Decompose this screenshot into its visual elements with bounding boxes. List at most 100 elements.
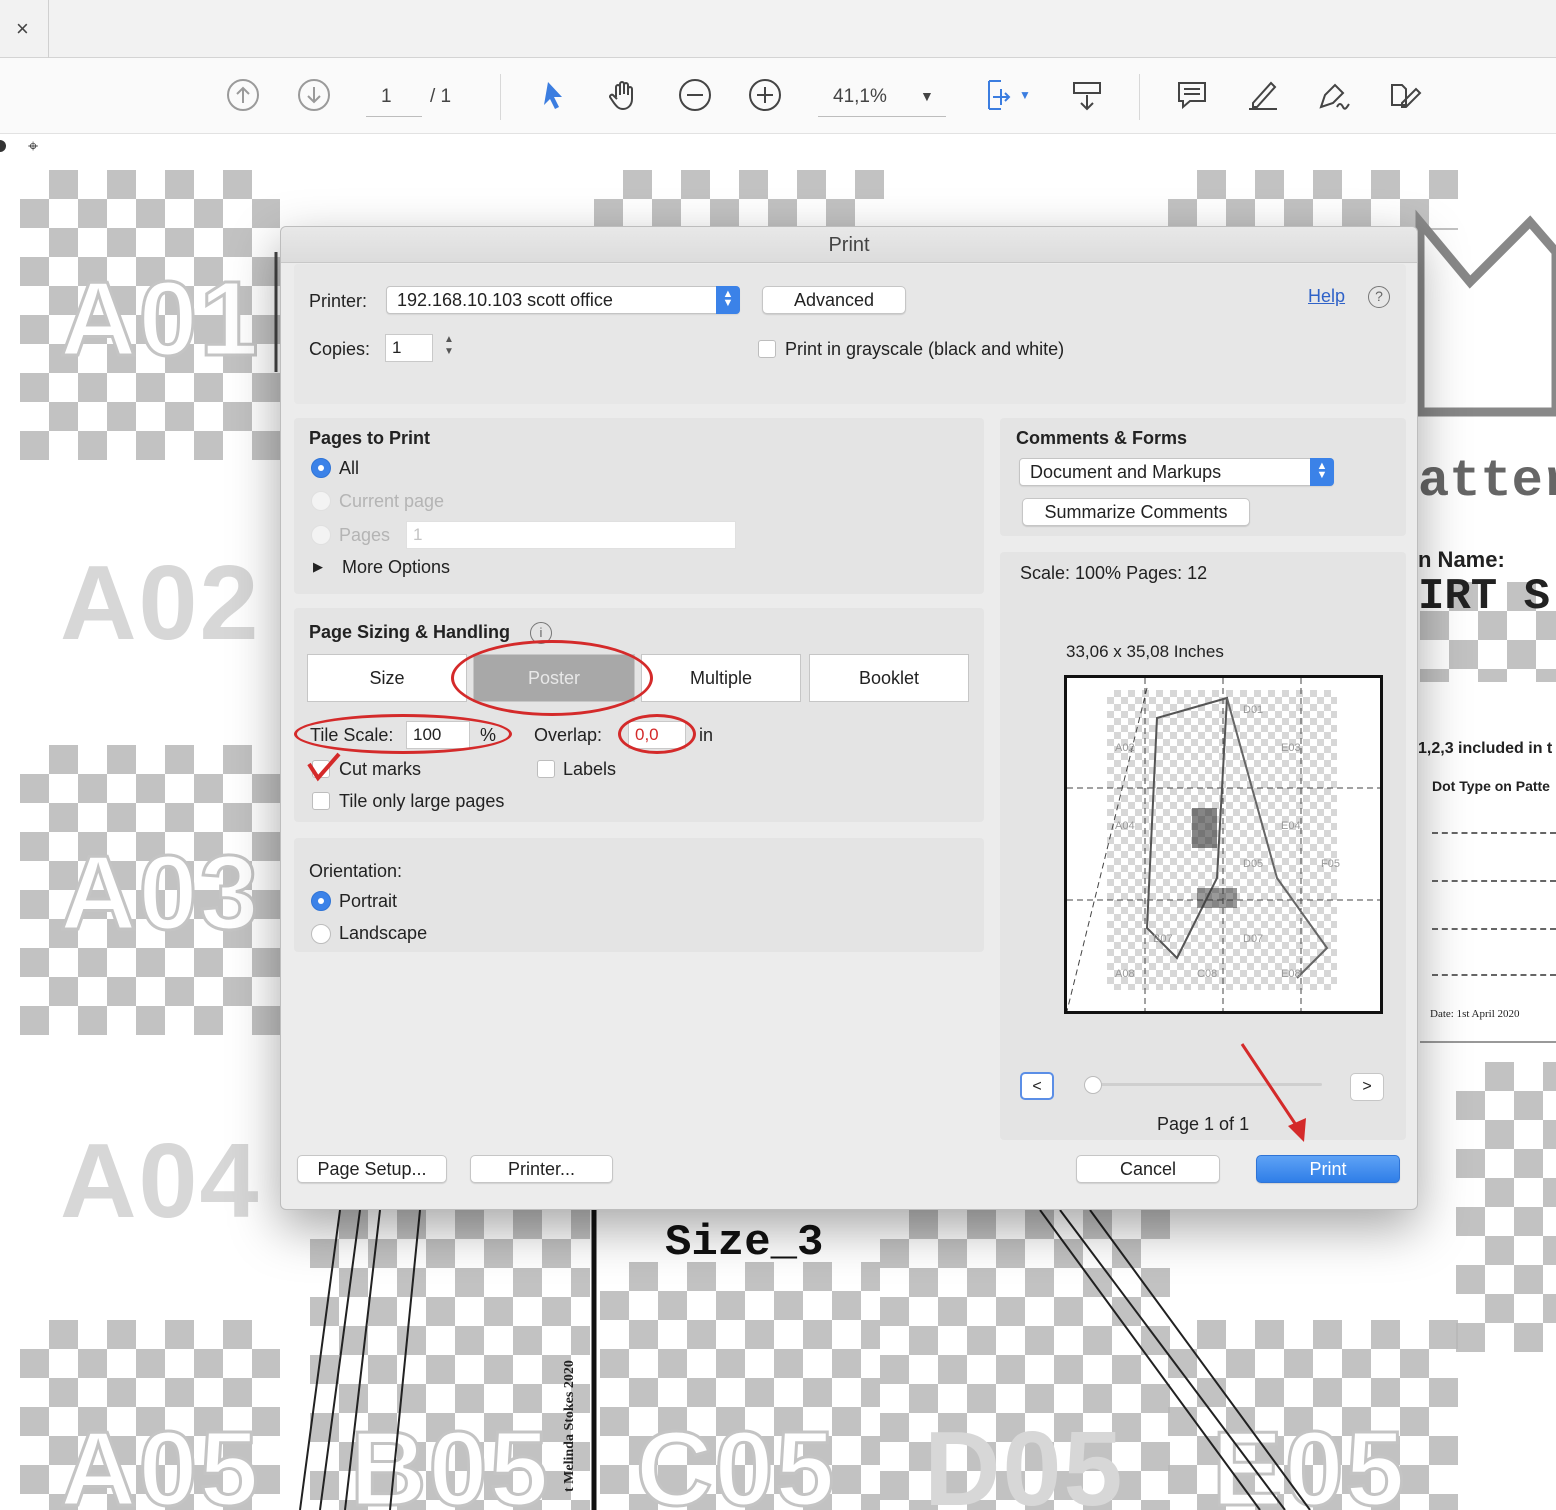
preview-tile-label: C08	[1197, 968, 1218, 980]
zoom-in-icon[interactable]	[742, 72, 788, 118]
comment-icon[interactable]	[1169, 72, 1215, 118]
preview-tile-label: B07	[1153, 933, 1173, 945]
send-icon[interactable]	[1381, 72, 1427, 118]
orientation-heading: Orientation:	[309, 861, 403, 881]
printer-panel	[294, 264, 1406, 404]
grayscale-label: Print in grayscale (black and white)	[785, 339, 1065, 359]
page-sizing-heading: Page Sizing & Handling	[309, 622, 511, 642]
landscape-label: Landscape	[339, 923, 428, 943]
overlap-unit: in	[699, 725, 714, 745]
preview-tile-label: D07	[1243, 933, 1264, 945]
zoom-underline	[818, 116, 946, 117]
dotted-line	[1432, 928, 1556, 930]
scroll-mode-icon[interactable]	[1064, 72, 1110, 118]
preview-tile-label: E04	[1281, 820, 1301, 832]
copies-input[interactable]: 1	[385, 334, 433, 362]
comments-forms-heading: Comments & Forms	[1016, 428, 1188, 448]
portrait-radio[interactable]	[311, 891, 331, 911]
side-included-text: 1,2,3 included in t	[1418, 740, 1553, 757]
zoom-dropdown-icon[interactable]: ▼	[920, 88, 934, 104]
preview-tile-label: F05	[1321, 858, 1340, 870]
print-button[interactable]: Print	[1256, 1155, 1400, 1183]
tab-size[interactable]: Size	[307, 654, 467, 702]
cut-marks-label: Cut marks	[339, 759, 422, 779]
highlight-icon[interactable]	[1240, 72, 1286, 118]
dotted-line	[1432, 974, 1556, 976]
tile-scale-annotation-circle	[294, 714, 512, 754]
pages-label: Pages	[339, 525, 391, 545]
side-big-text: IRT S	[1418, 572, 1551, 622]
sign-icon[interactable]	[1310, 72, 1356, 118]
zoom-level[interactable]: 41,1%	[833, 86, 887, 108]
hand-icon[interactable]	[601, 72, 647, 118]
side-tools: ⌖	[0, 134, 60, 162]
overlap-label: Overlap:	[534, 725, 603, 745]
preview-tile-label: A02	[1115, 742, 1135, 754]
page-number-input[interactable]: 1	[381, 86, 392, 108]
fit-dropdown-icon[interactable]: ▼	[1019, 88, 1031, 102]
vertical-credit: t Melinda Stokes 2020	[562, 1360, 577, 1492]
disclosure-triangle-icon[interactable]: ▶	[313, 559, 323, 575]
check-annotation-icon	[307, 752, 341, 782]
tab-booklet[interactable]: Booklet	[809, 654, 969, 702]
print-preview: A02 D01 E03 A04 E04 D05 F05 B07 D07 A08 …	[1064, 675, 1383, 1014]
labels-label: Labels	[563, 759, 617, 779]
grayscale-checkbox[interactable]	[758, 340, 776, 358]
more-options-label[interactable]: More Options	[342, 557, 450, 578]
size-label: Size_3	[665, 1218, 824, 1268]
zoom-out-icon[interactable]	[672, 72, 718, 118]
close-tab-icon[interactable]: ×	[16, 16, 29, 42]
all-pages-label: All	[339, 458, 360, 478]
help-link[interactable]: Help	[1308, 286, 1345, 307]
preview-tile-label: A08	[1115, 968, 1135, 980]
dotted-line	[1432, 832, 1556, 834]
all-pages-radio[interactable]	[311, 458, 331, 478]
pages-range-input[interactable]: 1	[406, 521, 736, 549]
copies-stepper[interactable]: ▲ ▼	[444, 334, 454, 358]
preview-tile-label: D01	[1243, 704, 1264, 716]
preview-prev-button[interactable]: <	[1020, 1072, 1054, 1100]
preview-tile-label: E08	[1281, 968, 1301, 980]
toolbar-divider	[500, 74, 501, 120]
fit-page-icon[interactable]	[976, 72, 1022, 118]
preview-slider-thumb[interactable]	[1084, 1076, 1102, 1094]
preview-tile-label: D05	[1243, 858, 1264, 870]
tab-multiple[interactable]: Multiple	[641, 654, 801, 702]
panel-toggle-icon[interactable]	[0, 140, 6, 152]
tab-divider	[48, 0, 49, 58]
labels-checkbox[interactable]	[537, 760, 555, 778]
side-name-label: n Name:	[1418, 547, 1505, 572]
side-date-text: Date: 1st April 2020	[1430, 1008, 1520, 1020]
tile-only-large-checkbox[interactable]	[312, 792, 330, 810]
popup-arrows-icon: ▲ ▼	[1310, 458, 1334, 486]
poster-annotation-circle	[451, 640, 653, 716]
print-annotation-arrow-icon	[1240, 1043, 1306, 1142]
copies-label: Copies:	[309, 339, 371, 359]
current-page-label: Current page	[339, 491, 445, 511]
tile-only-large-label: Tile only large pages	[339, 791, 505, 811]
advanced-button[interactable]: Advanced	[762, 286, 906, 314]
current-page-radio[interactable]	[311, 491, 331, 511]
landscape-radio[interactable]	[311, 924, 331, 944]
comments-forms-value: Document and Markups	[1030, 462, 1222, 482]
printer-select[interactable]: 192.168.10.103 scott office ▲ ▼	[386, 286, 740, 314]
tab-bar: ×	[0, 0, 1556, 58]
summarize-comments-button[interactable]: Summarize Comments	[1022, 498, 1250, 526]
page-total: / 1	[430, 86, 452, 107]
pages-radio[interactable]	[311, 525, 331, 545]
comments-forms-select[interactable]: Document and Markups ▲ ▼	[1019, 458, 1334, 486]
help-icon[interactable]: ?	[1368, 286, 1390, 308]
cancel-button[interactable]: Cancel	[1076, 1155, 1220, 1183]
preview-next-button[interactable]: >	[1350, 1073, 1384, 1101]
prev-page-icon[interactable]	[220, 72, 266, 118]
printer-button[interactable]: Printer...	[470, 1155, 613, 1183]
page-setup-button[interactable]: Page Setup...	[297, 1155, 447, 1183]
pages-to-print-heading: Pages to Print	[309, 428, 431, 448]
printer-label: Printer:	[309, 291, 368, 311]
next-page-icon[interactable]	[291, 72, 337, 118]
select-arrow-icon[interactable]	[531, 72, 577, 118]
portrait-label: Portrait	[339, 891, 398, 911]
crosshair-icon[interactable]: ⌖	[28, 136, 38, 157]
dialog-title: Print	[281, 227, 1417, 263]
preview-pattern	[1067, 678, 1380, 1011]
